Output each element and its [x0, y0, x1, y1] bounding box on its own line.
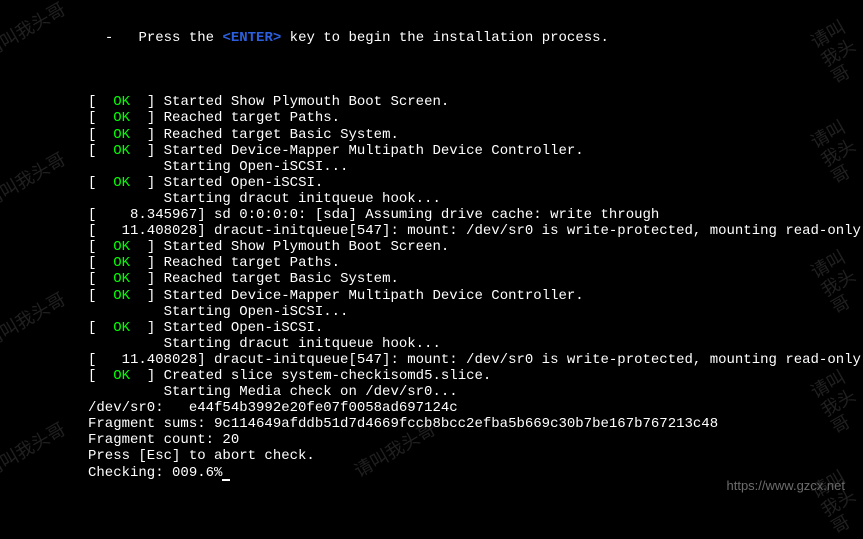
- watermark: 请叫我头哥: [0, 289, 69, 352]
- message: Reached target Paths.: [164, 255, 340, 271]
- ok-status: OK: [113, 94, 130, 110]
- boot-line: [ OK ] Started Open-iSCSI.: [88, 320, 863, 336]
- bracket-close: ]: [130, 110, 164, 126]
- message: [ 11.408028] dracut-initqueue[547]: moun…: [88, 223, 861, 239]
- boot-line: Starting Open-iSCSI...: [88, 159, 863, 175]
- boot-line: Press [Esc] to abort check.: [88, 448, 863, 464]
- terminal-output: - Press the <ENTER> key to begin the ins…: [88, 30, 863, 481]
- bracket-close: ]: [130, 94, 164, 110]
- message: Fragment sums: 9c114649afddb51d7d4669fcc…: [88, 416, 718, 432]
- ok-status: OK: [113, 175, 130, 191]
- message: Fragment count: 20: [88, 432, 239, 448]
- blank: [88, 46, 863, 62]
- boot-line: [ OK ] Started Show Plymouth Boot Screen…: [88, 94, 863, 110]
- ok-status: OK: [113, 110, 130, 126]
- bracket-close: ]: [130, 143, 164, 159]
- bracket-open: [: [88, 175, 113, 191]
- watermark: 请叫我头哥: [0, 149, 69, 212]
- boot-line: [ 8.345967] sd 0:0:0:0: [sda] Assuming d…: [88, 207, 863, 223]
- bracket-close: ]: [130, 368, 164, 384]
- boot-line: [ OK ] Started Show Plymouth Boot Screen…: [88, 239, 863, 255]
- ok-status: OK: [113, 288, 130, 304]
- message: Starting Media check on /dev/sr0...: [88, 384, 458, 400]
- blank: [88, 78, 863, 94]
- ok-status: OK: [113, 255, 130, 271]
- message: Created slice system-checkisomd5.slice.: [164, 368, 492, 384]
- boot-line: Checking: 009.6%: [88, 465, 863, 481]
- blank: [88, 62, 863, 78]
- watermark-url: https://www.gzcx.net: [727, 479, 846, 494]
- bracket-close: ]: [130, 271, 164, 287]
- press-text: Press the: [138, 30, 222, 46]
- ok-status: OK: [113, 368, 130, 384]
- watermark: 请叫我头哥: [0, 419, 69, 482]
- boot-line: Fragment count: 20: [88, 432, 863, 448]
- ok-status: OK: [113, 127, 130, 143]
- boot-line: [ OK ] Started Device-Mapper Multipath D…: [88, 288, 863, 304]
- message: Started Device-Mapper Multipath Device C…: [164, 288, 584, 304]
- bracket-close: ]: [130, 288, 164, 304]
- boot-line: Starting Open-iSCSI...: [88, 304, 863, 320]
- rest-text: key to begin the installation process.: [281, 30, 609, 46]
- bracket-open: [: [88, 271, 113, 287]
- ok-status: OK: [113, 239, 130, 255]
- bracket-open: [: [88, 94, 113, 110]
- bracket-open: [: [88, 143, 113, 159]
- boot-line: Starting dracut initqueue hook...: [88, 191, 863, 207]
- message: Starting dracut initqueue hook...: [88, 191, 441, 207]
- bracket-close: ]: [130, 175, 164, 191]
- ok-status: OK: [113, 271, 130, 287]
- bracket-close: ]: [130, 320, 164, 336]
- bracket-open: [: [88, 127, 113, 143]
- ok-status: OK: [113, 320, 130, 336]
- bracket-open: [: [88, 368, 113, 384]
- message: Started Device-Mapper Multipath Device C…: [164, 143, 584, 159]
- boot-line: [ OK ] Reached target Paths.: [88, 255, 863, 271]
- message: Started Open-iSCSI.: [164, 320, 324, 336]
- checking-text: Checking: 009.6%: [88, 465, 222, 481]
- watermark: 请叫我头哥: [0, 0, 69, 62]
- enter-key: <ENTER>: [222, 30, 281, 46]
- message: [ 11.408028] dracut-initqueue[547]: moun…: [88, 352, 861, 368]
- boot-line: [ OK ] Reached target Basic System.: [88, 271, 863, 287]
- message: Reached target Basic System.: [164, 271, 399, 287]
- message: Press [Esc] to abort check.: [88, 448, 315, 464]
- cursor: [222, 479, 230, 481]
- bracket-open: [: [88, 320, 113, 336]
- message: Started Open-iSCSI.: [164, 175, 324, 191]
- message: Starting Open-iSCSI...: [88, 304, 348, 320]
- bracket-close: ]: [130, 127, 164, 143]
- message: Started Show Plymouth Boot Screen.: [164, 94, 450, 110]
- bracket-open: [: [88, 110, 113, 126]
- ok-status: OK: [113, 143, 130, 159]
- message: Reached target Paths.: [164, 110, 340, 126]
- message: [ 8.345967] sd 0:0:0:0: [sda] Assuming d…: [88, 207, 659, 223]
- header-line: - Press the <ENTER> key to begin the ins…: [88, 30, 863, 46]
- dash: -: [105, 30, 113, 46]
- bracket-close: ]: [130, 255, 164, 271]
- bracket-open: [: [88, 288, 113, 304]
- boot-line: [ OK ] Created slice system-checkisomd5.…: [88, 368, 863, 384]
- boot-line: [ OK ] Started Open-iSCSI.: [88, 175, 863, 191]
- message: Reached target Basic System.: [164, 127, 399, 143]
- message: Started Show Plymouth Boot Screen.: [164, 239, 450, 255]
- message: Starting Open-iSCSI...: [88, 159, 348, 175]
- bracket-close: ]: [130, 239, 164, 255]
- boot-line: Starting Media check on /dev/sr0...: [88, 384, 863, 400]
- boot-line: /dev/sr0: e44f54b3992e20fe07f0058ad69712…: [88, 400, 863, 416]
- boot-line: [ OK ] Started Device-Mapper Multipath D…: [88, 143, 863, 159]
- boot-line: [ OK ] Reached target Basic System.: [88, 127, 863, 143]
- bracket-open: [: [88, 239, 113, 255]
- message: Starting dracut initqueue hook...: [88, 336, 441, 352]
- boot-line: Fragment sums: 9c114649afddb51d7d4669fcc…: [88, 416, 863, 432]
- message: /dev/sr0: e44f54b3992e20fe07f0058ad69712…: [88, 400, 458, 416]
- boot-line: [ 11.408028] dracut-initqueue[547]: moun…: [88, 223, 863, 239]
- bracket-open: [: [88, 255, 113, 271]
- boot-line: [ OK ] Reached target Paths.: [88, 110, 863, 126]
- boot-line: [ 11.408028] dracut-initqueue[547]: moun…: [88, 352, 863, 368]
- boot-line: Starting dracut initqueue hook...: [88, 336, 863, 352]
